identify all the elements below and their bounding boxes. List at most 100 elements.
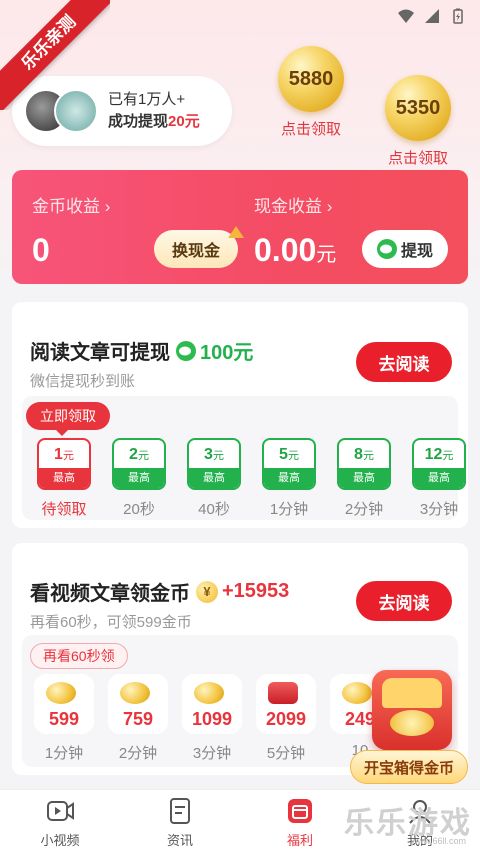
watermark-url: www.66ll.com (410, 836, 466, 846)
coin-reward-item[interactable]: 759 2分钟 (108, 674, 168, 763)
withdraw-button[interactable]: 提现 (362, 230, 448, 268)
video-task-title: 看视频文章领金币 ¥ +15953 (30, 580, 290, 605)
coin-reward-item[interactable]: 2099 5分钟 (256, 674, 316, 763)
coin-reward-value: 599 (48, 709, 80, 729)
coin-stack-icon (194, 682, 224, 704)
chevron-right-icon: › (326, 197, 333, 216)
coin-claim-label: 点击领取 (387, 150, 448, 167)
cash-reward-amount: 8 (354, 446, 363, 463)
coin-reward-item[interactable]: 1099 3分钟 (182, 674, 242, 763)
cash-reward-box: 8元最高 (337, 438, 391, 490)
status-bar (398, 8, 466, 24)
cash-reward-unit: 元 (212, 450, 224, 462)
arrow-up-icon (228, 226, 244, 238)
video-task-subtitle: 再看60秒，可领599金币 (30, 614, 192, 631)
treasure-chest-icon (372, 670, 452, 750)
cash-reward-box: 12元 最高 (412, 438, 466, 490)
ribbon-text: 乐乐亲测 (0, 0, 110, 110)
coin-reward-box: 1099 (182, 674, 242, 734)
gift-box-icon (268, 682, 298, 704)
coin-reward-value: 759 (122, 709, 154, 729)
cash-reward-item[interactable]: 5元 最高 1分钟 (262, 438, 316, 519)
coin-reward-value: 2099 (265, 709, 307, 729)
cash-reward-amount: 2 (129, 446, 138, 463)
cash-reward-item[interactable]: 3元最高 40秒 (187, 438, 241, 519)
cash-reward-foot: 最高 (114, 468, 164, 488)
cash-reward-unit: 元 (362, 450, 374, 462)
cash-reward-time: 20秒 (123, 501, 155, 518)
cash-reward-item[interactable]: 1元最高待领取 (37, 438, 91, 519)
coin-claim-label: 点击领取 (280, 121, 341, 138)
coin-icon: 5350 (385, 75, 451, 141)
cash-reward-amount: 3 (204, 446, 213, 463)
battery-icon (453, 8, 463, 24)
cash-reward-foot: 最高 (339, 468, 389, 488)
cash-reward-unit: 元 (442, 450, 454, 462)
cash-reward-time: 待领取 (41, 501, 87, 518)
wechat-icon (176, 340, 196, 361)
cash-reward-unit: 元 (287, 450, 299, 462)
read-task-subtitle: 微信提现秒到账 (30, 373, 136, 390)
nav-item-news[interactable]: 资讯 (120, 790, 240, 853)
corner-ribbon: 乐乐亲测 (0, 0, 110, 110)
coin-reward-box: 759 (108, 674, 168, 734)
exchange-cash-button[interactable]: 换现金 (154, 226, 244, 268)
nav-item-welfare[interactable]: 福利 (240, 790, 360, 853)
coin-reward-box: 2099 (256, 674, 316, 734)
cash-earnings-link[interactable]: 现金收益 › (254, 192, 332, 217)
read-task-title: 阅读文章可提现 100元 (30, 336, 253, 365)
cash-reward-amount: 5 (279, 446, 288, 463)
gift-icon (288, 799, 312, 823)
signal-icon (425, 9, 439, 23)
cash-reward-unit: 元 (62, 450, 74, 462)
claim-now-tag[interactable]: 立即领取 (26, 402, 110, 436)
read-task-amount: 100元 (200, 342, 254, 364)
cash-reward-amount: 1 (54, 446, 63, 463)
chevron-right-icon: › (104, 197, 111, 216)
cash-reward-time: 1分钟 (269, 501, 309, 518)
go-read-button[interactable]: 去阅读 (356, 581, 452, 621)
floating-coin[interactable]: 5350 点击领取 (385, 75, 451, 168)
coin-reward-time: 1分钟 (44, 745, 84, 762)
document-icon (170, 798, 190, 824)
coin-icon: ¥ (196, 580, 218, 603)
open-treasure-button[interactable]: 开宝箱得金币 (350, 750, 468, 784)
coin-reward-time: 3分钟 (192, 745, 232, 762)
banner-line1: 已有1万人+ (108, 91, 186, 108)
coin-reward-value: 1099 (191, 709, 233, 729)
cash-reward-item[interactable]: 2元最高 20秒 (112, 438, 166, 519)
floating-coin[interactable]: 5880 点击领取 (278, 46, 344, 139)
cash-earnings-value: 0.00元 (254, 232, 337, 268)
coin-icon: 5880 (278, 46, 344, 112)
video-icon (47, 801, 74, 821)
cash-reward-item[interactable]: 8元最高 2分钟 (337, 438, 391, 519)
cash-reward-box: 2元最高 (112, 438, 166, 490)
coin-reward-time: 2分钟 (118, 745, 158, 762)
cash-reward-item[interactable]: 12元 最高 3分钟 (412, 438, 466, 519)
cash-reward-box: 3元最高 (187, 438, 241, 490)
cash-reward-box: 1元最高 (37, 438, 91, 490)
cash-reward-foot: 最高 (39, 468, 89, 488)
gold-earnings-link[interactable]: 金币收益 › (32, 192, 110, 217)
cash-reward-unit: 元 (137, 450, 149, 462)
wechat-icon (376, 239, 397, 259)
cash-reward-time: 3分钟 (419, 501, 459, 518)
coin-reward-item[interactable]: 599 1分钟 (34, 674, 94, 763)
coin-reward-box: 599 (34, 674, 94, 734)
video-task-amount: +15953 (222, 580, 290, 602)
cash-reward-time: 40秒 (198, 501, 230, 518)
banner-text: 已有1万人+ 成功提现20元 (108, 89, 200, 133)
cash-reward-amount: 12 (424, 446, 443, 463)
cash-reward-foot: 最高 (189, 468, 239, 488)
treasure-chest[interactable]: 开宝箱得金币 (350, 660, 468, 784)
coin-reward-time: 5分钟 (266, 745, 306, 762)
gold-earnings-value: 0 (32, 232, 50, 268)
cash-reward-box: 5元 最高 (262, 438, 316, 490)
go-read-button[interactable]: 去阅读 (356, 342, 452, 382)
earnings-card: 金币收益 › 0 换现金 现金收益 › 0.00元 提现 (12, 170, 468, 284)
nav-item-short-video[interactable]: 小视频 (0, 790, 120, 853)
cash-reward-time: 2分钟 (344, 501, 384, 518)
coin-stack-icon (120, 682, 150, 704)
wifi-icon (398, 9, 414, 23)
coin-stack-icon (46, 682, 76, 704)
